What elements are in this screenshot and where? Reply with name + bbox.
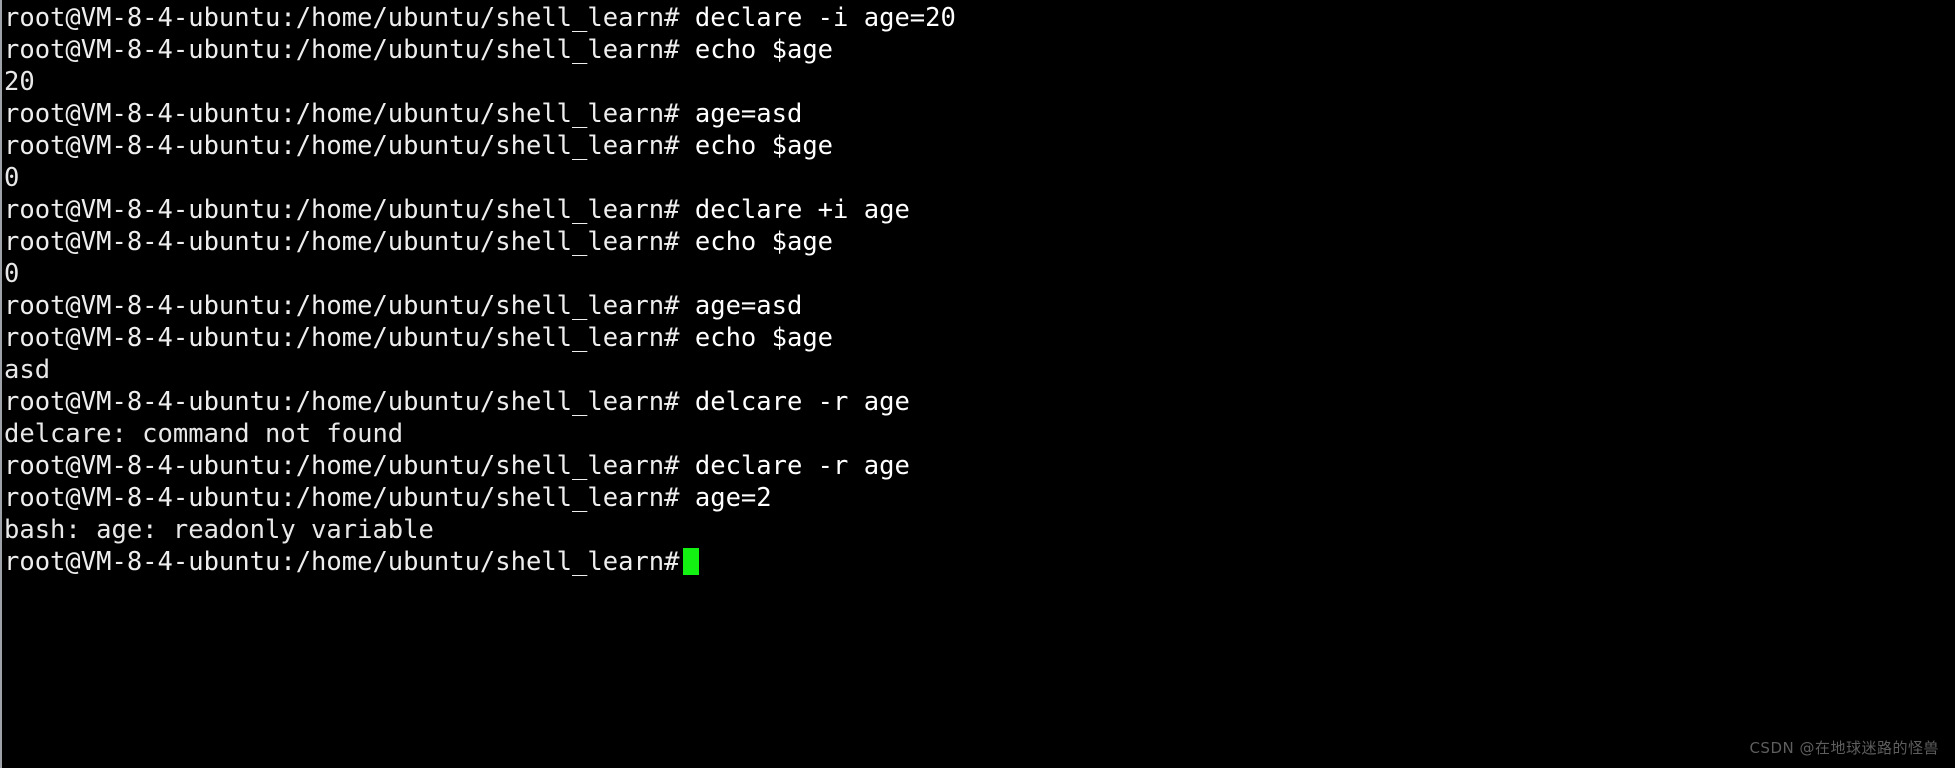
- shell-prompt: root@VM-8-4-ubuntu:/home/ubuntu/shell_le…: [4, 451, 680, 481]
- terminal-command-line: root@VM-8-4-ubuntu:/home/ubuntu/shell_le…: [4, 34, 1955, 66]
- output-text: delcare: command not found: [4, 419, 404, 449]
- output-text: asd: [4, 355, 51, 385]
- typed-command: age=asd: [679, 291, 803, 321]
- terminal-output-area[interactable]: root@VM-8-4-ubuntu:/home/ubuntu/shell_le…: [4, 0, 1955, 768]
- terminal-command-line: root@VM-8-4-ubuntu:/home/ubuntu/shell_le…: [4, 290, 1955, 322]
- terminal-screen[interactable]: root@VM-8-4-ubuntu:/home/ubuntu/shell_le…: [0, 0, 1955, 768]
- shell-prompt: root@VM-8-4-ubuntu:/home/ubuntu/shell_le…: [4, 547, 680, 577]
- typed-command: declare +i age: [679, 195, 910, 225]
- terminal-command-line: root@VM-8-4-ubuntu:/home/ubuntu/shell_le…: [4, 546, 1955, 578]
- typed-command: declare -r age: [679, 451, 910, 481]
- shell-prompt: root@VM-8-4-ubuntu:/home/ubuntu/shell_le…: [4, 291, 680, 321]
- output-text: 20: [4, 67, 35, 97]
- terminal-command-line: root@VM-8-4-ubuntu:/home/ubuntu/shell_le…: [4, 194, 1955, 226]
- terminal-command-line: root@VM-8-4-ubuntu:/home/ubuntu/shell_le…: [4, 226, 1955, 258]
- terminal-command-line: root@VM-8-4-ubuntu:/home/ubuntu/shell_le…: [4, 322, 1955, 354]
- typed-command: age=2: [679, 483, 772, 513]
- typed-command: echo $age: [679, 323, 834, 353]
- terminal-command-line: root@VM-8-4-ubuntu:/home/ubuntu/shell_le…: [4, 450, 1955, 482]
- terminal-output-line: delcare: command not found: [4, 418, 1955, 450]
- terminal-command-line: root@VM-8-4-ubuntu:/home/ubuntu/shell_le…: [4, 130, 1955, 162]
- shell-prompt: root@VM-8-4-ubuntu:/home/ubuntu/shell_le…: [4, 195, 680, 225]
- window-left-edge: [0, 0, 2, 768]
- shell-prompt: root@VM-8-4-ubuntu:/home/ubuntu/shell_le…: [4, 131, 680, 161]
- output-text: 0: [4, 163, 20, 193]
- output-text: bash: age: readonly variable: [4, 515, 434, 545]
- shell-prompt: root@VM-8-4-ubuntu:/home/ubuntu/shell_le…: [4, 227, 680, 257]
- shell-prompt: root@VM-8-4-ubuntu:/home/ubuntu/shell_le…: [4, 483, 680, 513]
- output-text: 0: [4, 259, 20, 289]
- typed-command: declare -i age=20: [679, 3, 956, 33]
- shell-prompt: root@VM-8-4-ubuntu:/home/ubuntu/shell_le…: [4, 35, 680, 65]
- block-cursor: [682, 548, 699, 575]
- typed-command: age=asd: [679, 99, 803, 129]
- typed-command: echo $age: [679, 227, 834, 257]
- terminal-output-line: 0: [4, 258, 1955, 290]
- typed-command: echo $age: [679, 131, 834, 161]
- terminal-command-line: root@VM-8-4-ubuntu:/home/ubuntu/shell_le…: [4, 98, 1955, 130]
- shell-prompt: root@VM-8-4-ubuntu:/home/ubuntu/shell_le…: [4, 323, 680, 353]
- csdn-watermark: CSDN @在地球迷路的怪兽: [1749, 739, 1939, 757]
- shell-prompt: root@VM-8-4-ubuntu:/home/ubuntu/shell_le…: [4, 3, 680, 33]
- terminal-command-line: root@VM-8-4-ubuntu:/home/ubuntu/shell_le…: [4, 482, 1955, 514]
- shell-prompt: root@VM-8-4-ubuntu:/home/ubuntu/shell_le…: [4, 387, 680, 417]
- terminal-output-line: 0: [4, 162, 1955, 194]
- terminal-output-line: asd: [4, 354, 1955, 386]
- terminal-command-line: root@VM-8-4-ubuntu:/home/ubuntu/shell_le…: [4, 2, 1955, 34]
- typed-command: delcare -r age: [679, 387, 910, 417]
- terminal-output-line: bash: age: readonly variable: [4, 514, 1955, 546]
- terminal-command-line: root@VM-8-4-ubuntu:/home/ubuntu/shell_le…: [4, 386, 1955, 418]
- shell-prompt: root@VM-8-4-ubuntu:/home/ubuntu/shell_le…: [4, 99, 680, 129]
- typed-command: echo $age: [679, 35, 834, 65]
- terminal-output-line: 20: [4, 66, 1955, 98]
